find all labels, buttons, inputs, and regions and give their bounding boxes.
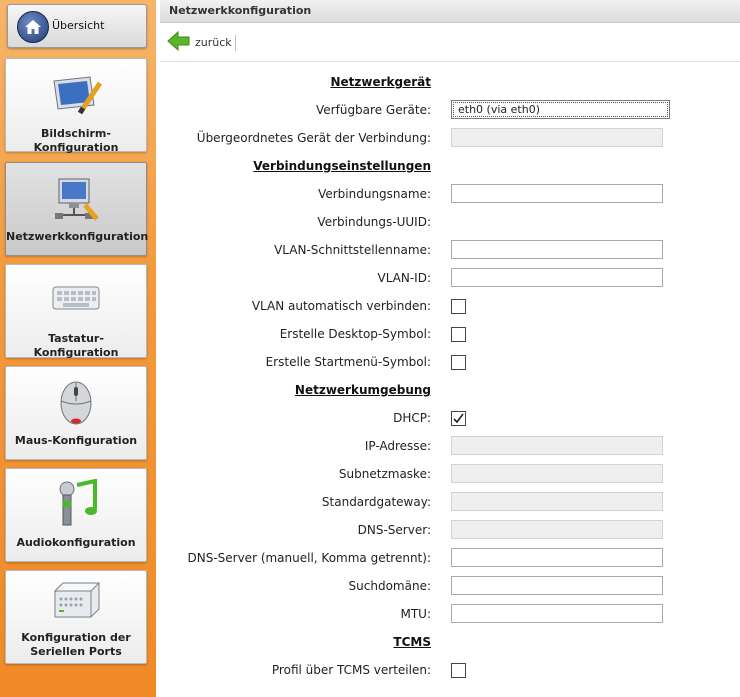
available-devices-select[interactable]: eth0 (via eth0) xyxy=(451,100,670,119)
main-panel: Netzwerkkonfiguration zurück Netzwerkger… xyxy=(160,0,740,697)
dhcp-checkbox[interactable] xyxy=(451,411,466,426)
vlan-interface-label: VLAN-Schnittstellenname: xyxy=(274,243,431,257)
dns-server-label: DNS-Server: xyxy=(357,523,431,537)
checkmark-icon xyxy=(453,413,464,424)
mouse-icon xyxy=(58,377,94,430)
sidebar: Übersicht Bildschirm-Konfiguration Netzw… xyxy=(0,0,156,697)
sidebar-item-label: Audiokonfiguration xyxy=(16,536,136,549)
subnet-mask-label: Subnetzmaske: xyxy=(338,467,431,481)
section-tcms: TCMS xyxy=(393,635,431,649)
mtu-label: MTU: xyxy=(400,607,431,621)
vlan-auto-label: VLAN automatisch verbinden: xyxy=(251,299,431,313)
dns-server-field xyxy=(451,520,663,539)
vlan-auto-checkbox[interactable] xyxy=(451,299,466,314)
connection-name-input[interactable] xyxy=(451,184,663,203)
mtu-input[interactable] xyxy=(451,604,663,623)
search-domain-input[interactable] xyxy=(451,576,663,595)
back-button[interactable]: zurück xyxy=(167,30,232,54)
home-icon xyxy=(17,11,49,43)
overview-button[interactable]: Übersicht xyxy=(7,4,147,48)
section-network-environment: Netzwerkumgebung xyxy=(294,383,431,397)
sidebar-item-label: Bildschirm-Konfiguration xyxy=(33,127,119,154)
desktop-symbol-label: Erstelle Desktop-Symbol: xyxy=(279,327,431,341)
back-arrow-icon xyxy=(167,30,191,54)
overview-label: Übersicht xyxy=(52,19,105,32)
section-connection-settings: Verbindungseinstellungen xyxy=(253,159,431,173)
section-network-device: Netzwerkgerät xyxy=(330,75,431,89)
connection-name-label: Verbindungsname: xyxy=(318,187,431,201)
sidebar-item-label-line2: Seriellen Ports xyxy=(30,645,122,658)
available-devices-label: Verfügbare Geräte: xyxy=(316,103,431,117)
parent-device-field xyxy=(451,128,663,147)
serial-device-icon xyxy=(51,579,101,626)
parent-device-label: Übergeordnetes Gerät der Verbindung: xyxy=(196,131,431,145)
vlan-interface-input[interactable] xyxy=(451,240,663,259)
default-gateway-field xyxy=(451,492,663,511)
dhcp-label: DHCP: xyxy=(393,411,431,425)
tcms-profile-label: Profil über TCMS verteilen: xyxy=(271,663,431,677)
dns-manual-label: DNS-Server (manuell, Komma getrennt): xyxy=(187,551,431,565)
ip-address-label: IP-Adresse: xyxy=(364,439,431,453)
vlan-id-input[interactable] xyxy=(451,268,663,287)
startmenu-symbol-label: Erstelle Startmenü-Symbol: xyxy=(265,355,431,369)
keyboard-icon xyxy=(51,285,101,316)
sidebar-item-display[interactable]: Bildschirm-Konfiguration xyxy=(5,58,147,154)
page-title: Netzwerkkonfiguration xyxy=(169,4,312,17)
tcms-profile-checkbox[interactable] xyxy=(451,663,466,678)
startmenu-symbol-checkbox[interactable] xyxy=(451,355,466,370)
microphone-music-icon xyxy=(51,478,101,532)
subnet-mask-field xyxy=(451,464,663,483)
sidebar-item-network[interactable]: Netzwerkkonfiguration xyxy=(5,162,149,256)
search-domain-label: Suchdomäne: xyxy=(348,579,431,593)
sidebar-item-label: Tastatur-Konfiguration xyxy=(33,332,119,359)
connection-uuid-label: Verbindungs-UUID: xyxy=(317,215,431,229)
sidebar-item-label: Netzwerkkonfiguration xyxy=(6,230,149,243)
toolbar: zurück xyxy=(160,23,740,62)
monitor-pen-icon xyxy=(50,73,103,120)
sidebar-item-label-line1: Konfiguration der xyxy=(21,631,131,644)
vlan-id-label: VLAN-ID: xyxy=(377,271,431,285)
ip-address-field xyxy=(451,436,663,455)
toolbar-separator xyxy=(235,35,236,51)
back-label: zurück xyxy=(195,35,232,49)
sidebar-item-serial-ports[interactable]: Konfiguration der Seriellen Ports xyxy=(5,570,147,664)
sidebar-item-keyboard[interactable]: Tastatur-Konfiguration xyxy=(5,264,147,359)
dns-manual-input[interactable] xyxy=(451,548,663,567)
sidebar-item-audio[interactable]: Audiokonfiguration xyxy=(5,468,147,562)
title-bar: Netzwerkkonfiguration xyxy=(160,0,740,23)
default-gateway-label: Standardgateway: xyxy=(321,495,431,509)
sidebar-item-label: Maus-Konfiguration xyxy=(14,434,138,447)
network-monitor-icon xyxy=(51,175,101,226)
desktop-symbol-checkbox[interactable] xyxy=(451,327,466,342)
sidebar-item-mouse[interactable]: Maus-Konfiguration xyxy=(5,366,147,460)
